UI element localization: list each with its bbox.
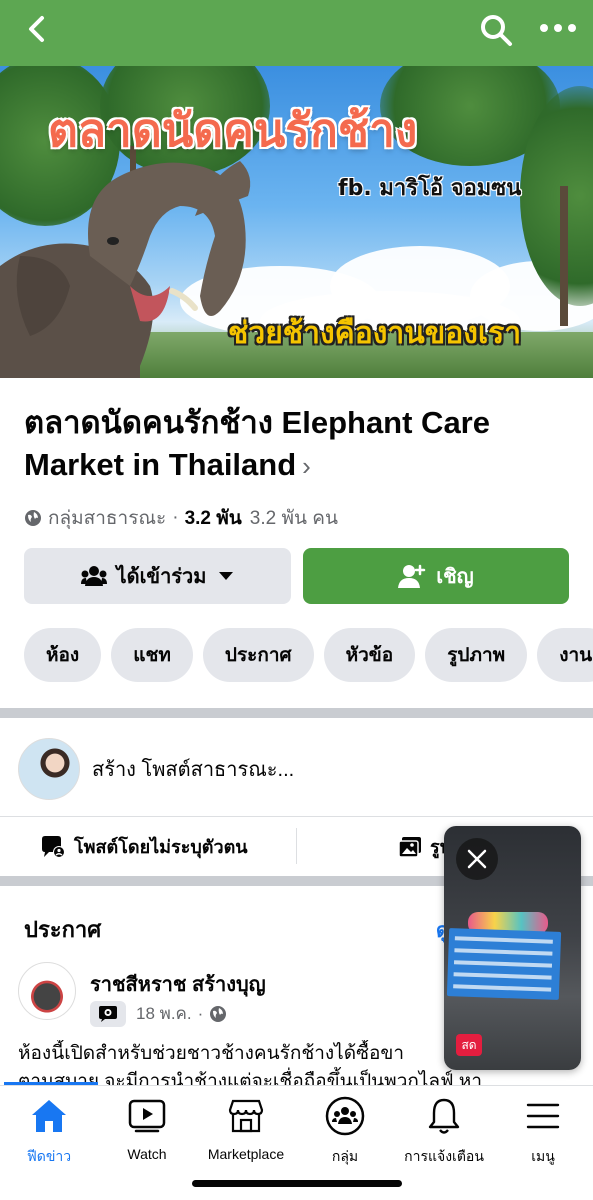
group-name[interactable]: ตลาดนัดคนรักช้าง Elephant Care Market in… — [24, 402, 569, 487]
anonymous-post-label: โพสต์โดยไม่ระบุตัวตน — [74, 837, 248, 857]
globe-icon — [25, 510, 41, 526]
nav-menu[interactable]: เมนู — [488, 1096, 593, 1168]
groups-icon — [325, 1096, 365, 1136]
photo-icon — [398, 836, 421, 858]
section-divider — [0, 708, 593, 718]
menu-icon — [523, 1096, 563, 1136]
group-tabs: ห้อง แชท ประกาศ หัวข้อ รูปภาพ งาน — [24, 628, 593, 684]
close-icon[interactable] — [456, 838, 498, 880]
nav-label: ฟีดข่าว — [26, 1148, 72, 1164]
add-person-icon — [398, 564, 426, 588]
nav-news-feed[interactable]: ฟีดข่าว — [0, 1096, 104, 1168]
tab-topics[interactable]: หัวข้อ — [323, 628, 416, 682]
announcements-heading: ประกาศ — [24, 917, 102, 942]
watch-icon — [127, 1096, 167, 1136]
invite-button-label: เชิญ — [436, 566, 474, 588]
nav-groups[interactable]: กลุ่ม — [290, 1096, 400, 1168]
cover-title: ตลาดนัดคนรักช้าง — [48, 103, 418, 157]
nav-label: Marketplace — [207, 1146, 285, 1162]
group-meta: กลุ่มสาธารณะ · 3.2 พัน 3.2 พัน คน — [24, 503, 338, 533]
nav-notifications[interactable]: การแจ้งเตือน — [389, 1096, 499, 1168]
tab-photos[interactable]: รูปภาพ — [425, 628, 528, 682]
group-people-icon — [80, 566, 107, 586]
actions-separator — [296, 828, 297, 864]
home-indicator — [192, 1180, 402, 1187]
marketplace-icon — [226, 1096, 266, 1136]
nav-label: เมนู — [531, 1148, 555, 1164]
nav-marketplace[interactable]: Marketplace — [191, 1096, 301, 1162]
post-meta-dot: · — [197, 1003, 204, 1023]
floating-live-video[interactable]: สด — [444, 826, 581, 1070]
active-tab-indicator — [4, 1082, 98, 1085]
post-author[interactable]: ราชสีหราช สร้างบุญ — [90, 968, 266, 1000]
member-count-text[interactable]: 3.2 พัน คน — [250, 503, 338, 533]
composer-divider — [0, 816, 593, 817]
tab-chat[interactable]: แชท — [111, 628, 193, 682]
member-count-bold[interactable]: 3.2 พัน — [185, 503, 242, 533]
anonymous-post-button[interactable]: โพสต์โดยไม่ระบุตัวตน — [40, 832, 248, 861]
more-options-icon[interactable] — [538, 18, 578, 38]
composer-placeholder[interactable]: สร้าง โพสต์สาธารณะ... — [92, 753, 294, 785]
chevron-right-icon: › — [302, 451, 311, 481]
cover-credit: fb. มาริโอ้ จอมซน — [338, 176, 522, 201]
top-bar — [0, 0, 593, 66]
joined-button-label: ได้เข้าร่วม — [116, 566, 207, 588]
nav-label: การแจ้งเตือน — [404, 1148, 484, 1164]
group-name-text: ตลาดนัดคนรักช้าง Elephant Care Market in… — [24, 405, 490, 482]
privacy-label: กลุ่มสาธารณะ — [48, 508, 167, 529]
post-meta: 18 พ.ค. · — [90, 1000, 227, 1027]
cover-slogan: ช่วยช้างคืองานของเรา — [228, 316, 522, 351]
anonymous-icon — [42, 835, 65, 858]
globe-icon — [210, 1005, 227, 1022]
user-avatar[interactable] — [18, 738, 80, 800]
group-cover-photo[interactable]: ตลาดนัดคนรักช้าง fb. มาริโอ้ จอมซน ช่วยช… — [0, 66, 593, 378]
live-badge: สด — [456, 1034, 482, 1056]
meta-separator: · — [172, 507, 179, 528]
nav-label: Watch — [127, 1146, 167, 1162]
post-composer[interactable]: สร้าง โพสต์สาธารณะ... — [18, 738, 578, 800]
tab-announcements[interactable]: ประกาศ — [202, 628, 314, 682]
back-arrow-icon[interactable] — [22, 14, 52, 44]
post-body-line-2: ตามสบาย จะมีการนำช้างแต่จะเชื่อถือขึ้นเป… — [18, 1071, 482, 1086]
joined-button[interactable]: ได้เข้าร่วม — [24, 548, 291, 604]
bell-icon — [424, 1096, 464, 1136]
tab-events[interactable]: งาน — [537, 628, 593, 682]
post-date[interactable]: 18 พ.ค. — [136, 1000, 192, 1027]
invite-button[interactable]: เชิญ — [303, 548, 569, 604]
announcement-post-header: ราชสีหราช สร้างบุญ 18 พ.ค. · — [18, 962, 266, 1028]
nav-label: กลุ่ม — [331, 1148, 359, 1164]
author-avatar[interactable] — [18, 962, 76, 1020]
nav-watch[interactable]: Watch — [92, 1096, 202, 1162]
search-icon[interactable] — [478, 12, 514, 48]
caret-down-icon — [219, 572, 234, 580]
video-sign — [446, 928, 562, 1000]
home-icon — [29, 1096, 69, 1136]
elephant-image — [0, 161, 251, 378]
admin-badge-icon — [90, 1000, 126, 1027]
tab-rooms[interactable]: ห้อง — [24, 628, 102, 682]
